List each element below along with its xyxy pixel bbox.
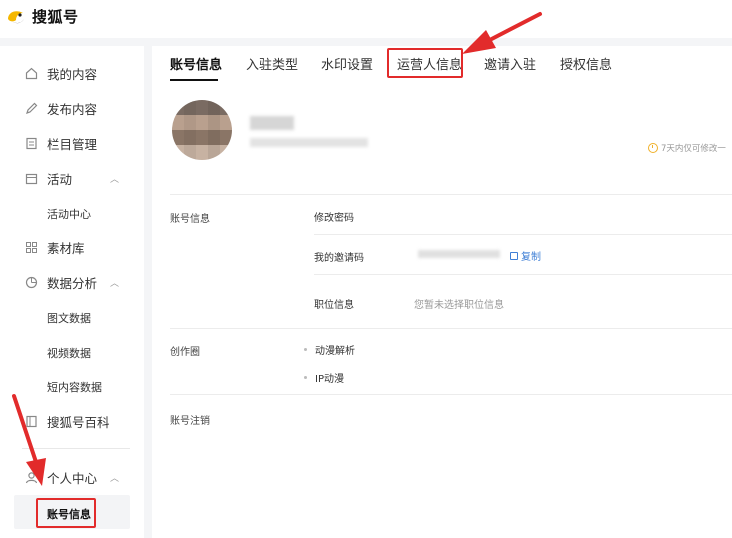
invite-code-value-blurred — [418, 250, 500, 258]
sidebar-subitem-short-content-data[interactable]: 短内容数据 — [47, 379, 102, 395]
section-label-creation-circle: 创作圈 — [170, 347, 200, 358]
sidebar-item-column-manage[interactable]: 栏目管理 — [0, 128, 144, 158]
bullet-dot — [304, 376, 307, 379]
field-label-position-info: 职位信息 — [314, 300, 354, 311]
sidebar-item-materials[interactable]: 素材库 — [0, 232, 144, 262]
user-icon — [24, 470, 38, 484]
account-name-blurred — [250, 116, 294, 130]
edit-limit-note: 7天内仅可修改一 — [648, 142, 726, 154]
section-divider — [170, 328, 732, 329]
tab-entry-type[interactable]: 入驻类型 — [246, 54, 298, 73]
sidebar-subitem-article-data[interactable]: 图文数据 — [47, 310, 91, 326]
highlight-box-account-info — [36, 498, 96, 528]
creation-circle-item-label: IP动漫 — [315, 374, 344, 385]
edit-limit-text: 7天内仅可修改一 — [661, 144, 726, 154]
sidebar-item-label: 我的内容 — [47, 66, 98, 82]
chevron-up-icon[interactable]: ︿ — [110, 471, 119, 484]
chevron-up-icon[interactable]: ︿ — [110, 172, 119, 185]
home-icon — [24, 66, 38, 80]
copy-icon — [510, 251, 518, 260]
chevron-up-icon[interactable]: ︿ — [110, 276, 119, 289]
section-label-account-info: 账号信息 — [170, 214, 210, 225]
creation-circle-item-label: 动漫解析 — [315, 346, 355, 357]
sidebar-item-my-content[interactable]: 我的内容 — [0, 58, 144, 88]
copy-button[interactable]: 复制 — [510, 248, 541, 263]
bullet-dot — [304, 348, 307, 351]
avatar[interactable] — [172, 100, 232, 160]
pencil-icon — [24, 101, 38, 115]
sidebar-item-label: 素材库 — [47, 240, 85, 256]
sidebar-item-label: 栏目管理 — [47, 136, 98, 152]
position-info-value[interactable]: 您暂未选择职位信息 — [414, 296, 504, 311]
sidebar-item-analytics[interactable]: 数据分析 ︿ — [0, 267, 144, 297]
sidebar-item-label: 数据分析 — [47, 275, 98, 291]
tab-authorization-info[interactable]: 授权信息 — [560, 54, 612, 73]
creation-circle-item: 动漫解析 — [304, 342, 355, 357]
field-divider — [314, 234, 732, 235]
main-panel: 账号信息 入驻类型 水印设置 运营人信息 邀请入驻 授权信息 7天内仅可修改一 … — [152, 46, 732, 538]
sidebar-item-sohu-wiki[interactable]: 搜狐号百科 — [0, 406, 144, 436]
account-cancel-link[interactable]: 账号注销 — [170, 412, 210, 427]
creation-circle-item: IP动漫 — [304, 370, 344, 385]
tab-watermark-settings[interactable]: 水印设置 — [321, 54, 373, 73]
brand-name: 搜狐号 — [32, 8, 79, 26]
top-header: 搜狐号 — [0, 0, 732, 38]
sidebar-subitem-activity-center[interactable]: 活动中心 — [47, 206, 91, 222]
sidebar-subitem-video-data[interactable]: 视频数据 — [47, 345, 91, 361]
sidebar-item-label: 搜狐号百科 — [47, 414, 110, 430]
sidebar-item-publish[interactable]: 发布内容 — [0, 93, 144, 123]
active-tab-indicator — [170, 79, 218, 81]
section-divider — [170, 194, 732, 195]
sidebar: 我的内容 发布内容 栏目管理 活动 ︿ 活动中心 素材库 数据分析 ︿ 图文数据… — [0, 46, 144, 538]
book-icon — [24, 414, 38, 428]
clock-icon — [648, 143, 658, 153]
tab-invite-entry[interactable]: 邀请入驻 — [484, 54, 536, 73]
sidebar-item-label: 发布内容 — [47, 101, 98, 117]
field-divider — [314, 274, 732, 275]
brand-logo[interactable]: 搜狐号 — [6, 6, 79, 27]
tab-account-info[interactable]: 账号信息 — [170, 54, 222, 73]
highlight-box-operator-info — [387, 48, 463, 78]
account-id-blurred — [250, 138, 368, 147]
grid-icon — [24, 240, 38, 254]
logo-icon — [8, 10, 24, 23]
document-icon — [24, 136, 38, 150]
field-label-invite-code: 我的邀请码 — [314, 253, 364, 264]
copy-button-label: 复制 — [521, 252, 541, 263]
tab-bar: 账号信息 入驻类型 水印设置 运营人信息 邀请入驻 授权信息 — [152, 46, 732, 81]
calendar-icon — [24, 171, 38, 185]
sidebar-item-activity[interactable]: 活动 ︿ — [0, 163, 144, 193]
sidebar-item-label: 个人中心 — [47, 470, 98, 486]
section-divider — [170, 394, 732, 395]
sidebar-item-personal-center[interactable]: 个人中心 ︿ — [0, 462, 144, 492]
sidebar-item-label: 活动 — [47, 171, 73, 187]
sidebar-divider — [22, 448, 130, 449]
pie-chart-icon — [24, 275, 38, 289]
field-label-change-password[interactable]: 修改密码 — [314, 209, 354, 224]
